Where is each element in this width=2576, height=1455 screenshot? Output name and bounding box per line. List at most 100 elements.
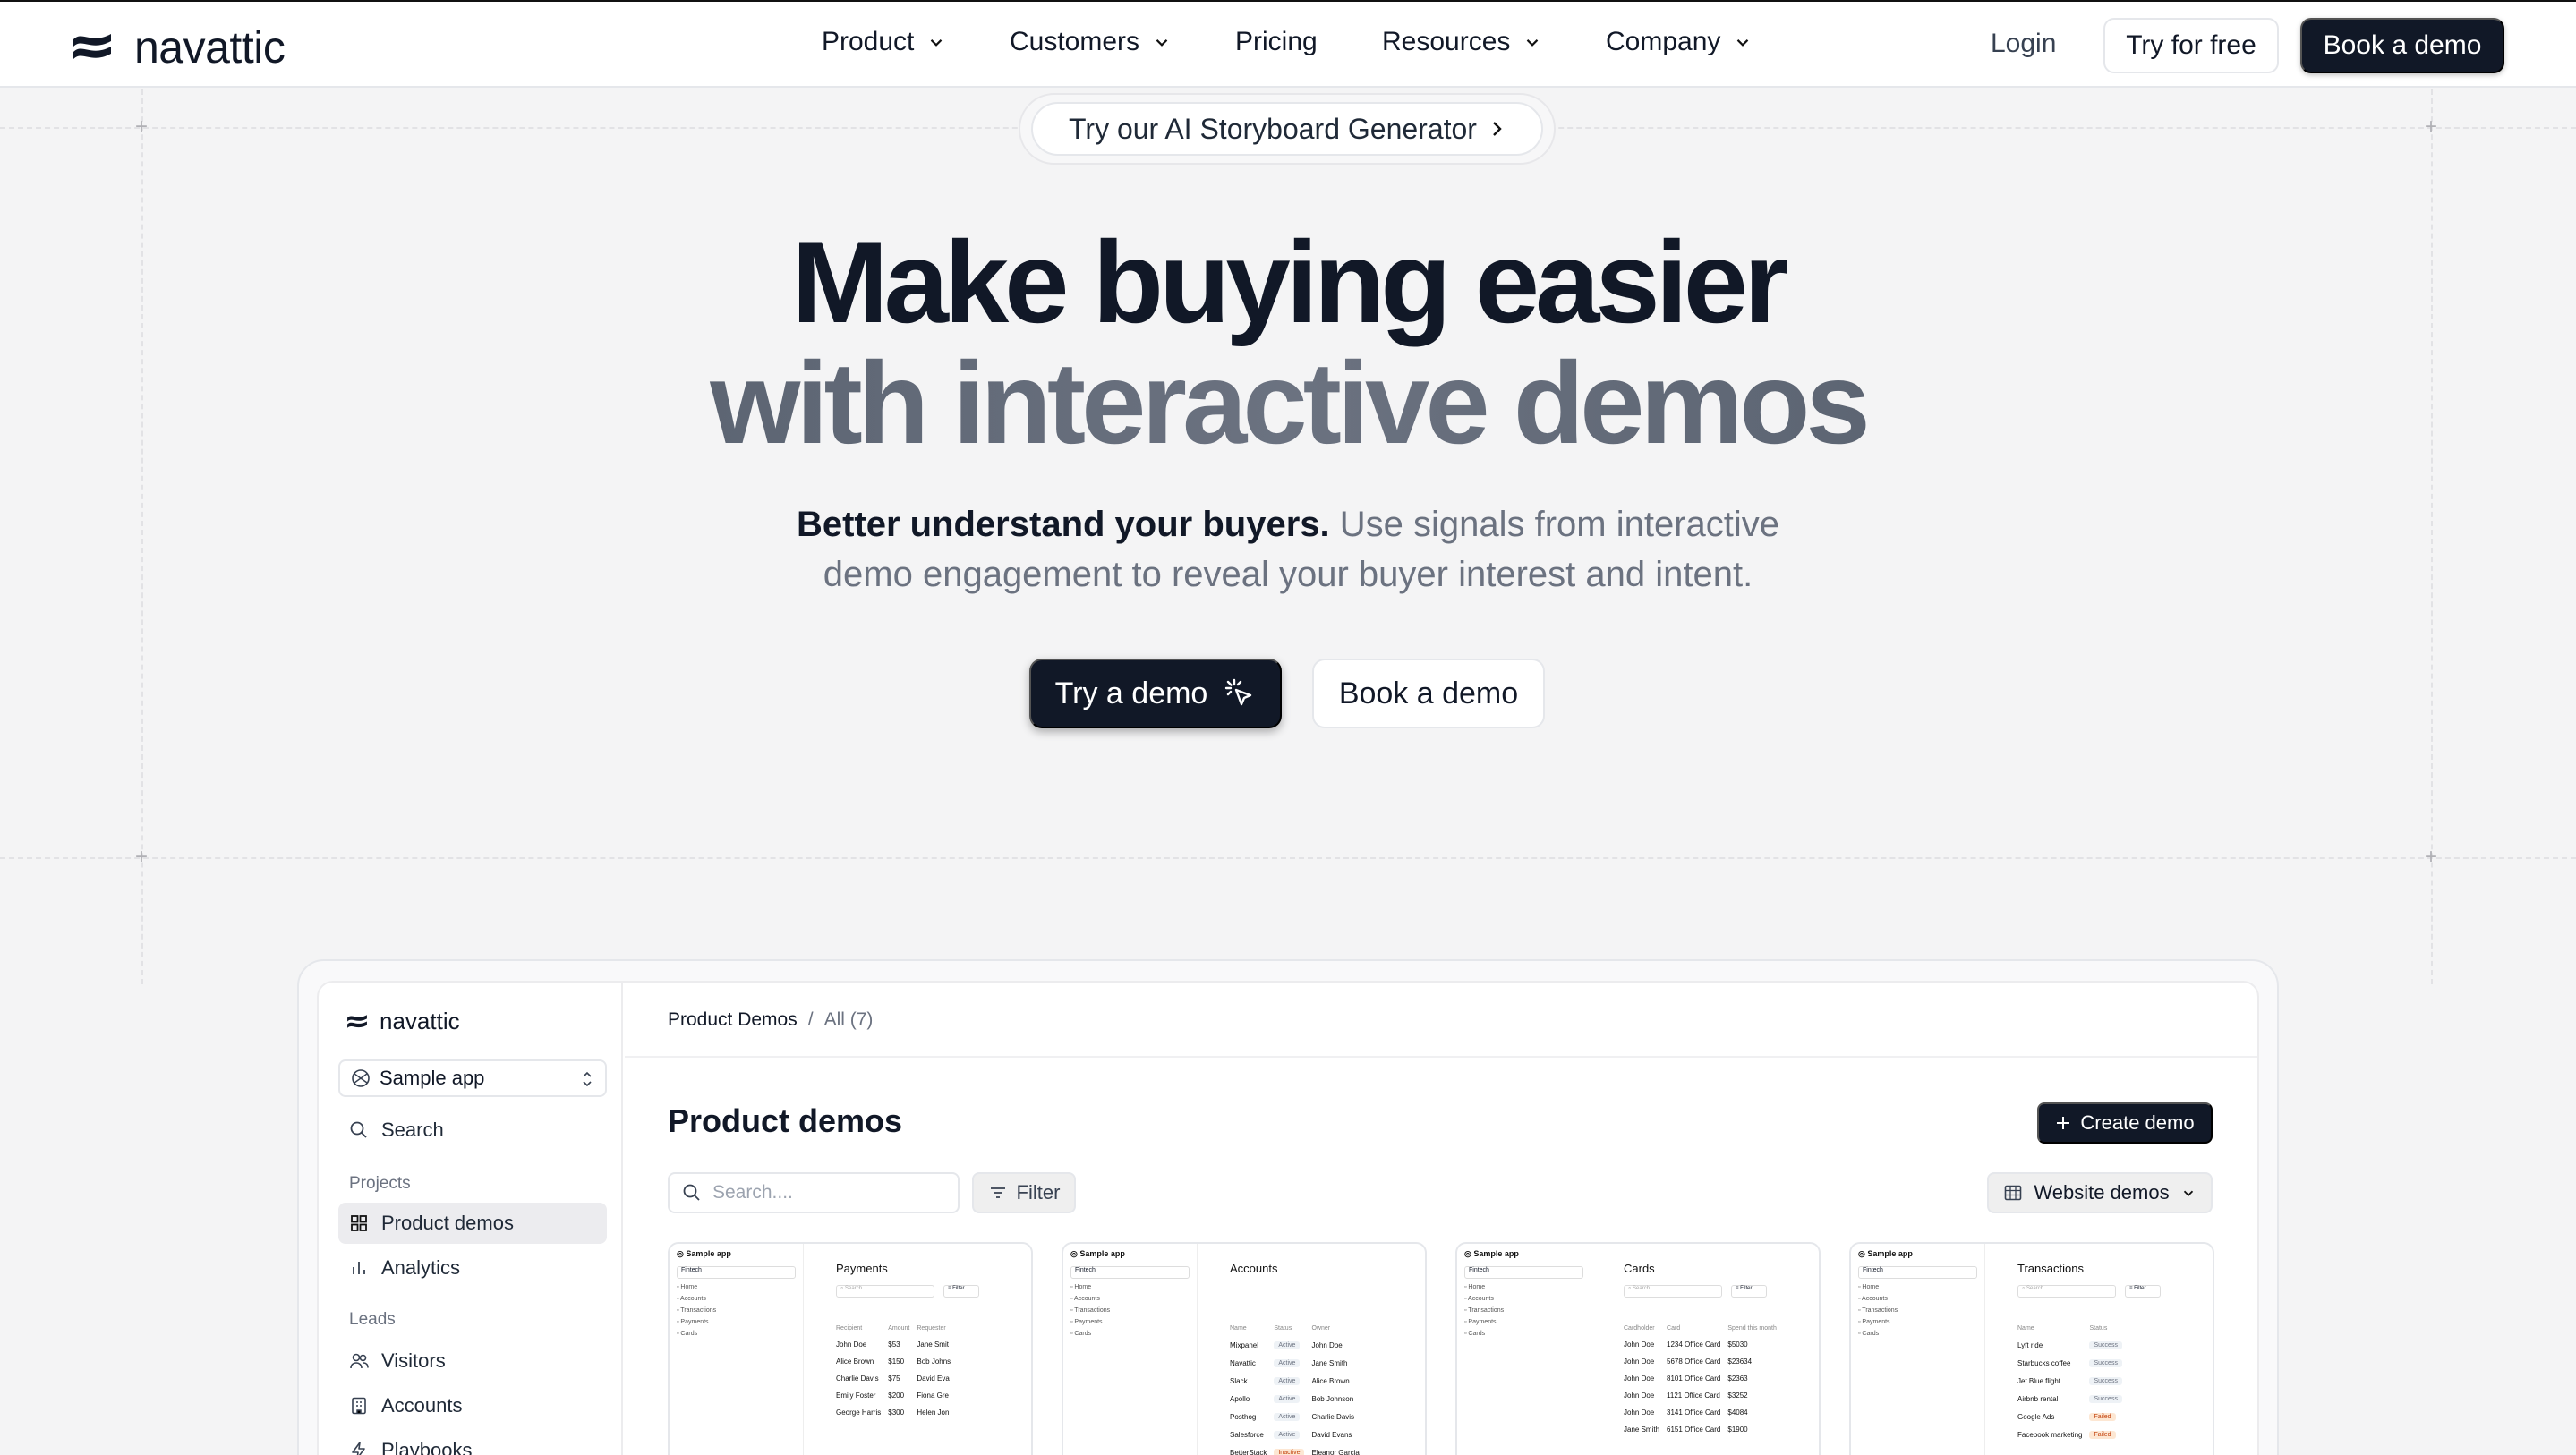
hero-subheadline: Better understand your buyers. Use signa… [0, 499, 2576, 600]
table-cell: Navattic [1230, 1358, 1256, 1367]
table-row: Slack Active Alice Brown [1230, 1372, 1367, 1390]
app-sidebar: navattic Sample app Search Projects Prod… [319, 983, 623, 1455]
demo-card[interactable]: ◎ Sample app Fintech ▫ Home ▫ Accounts ▫ Tra… [1849, 1242, 2214, 1455]
login-link[interactable]: Login [1991, 29, 2056, 59]
table-cell: Jane Smith [1311, 1358, 1348, 1367]
table-header: Owner [1311, 1325, 1331, 1332]
announcement-link[interactable]: Try our AI Storyboard Generator [1031, 102, 1543, 156]
demo-card[interactable]: ◎ Sample app Fintech ▫ Home ▫ Accounts ▫ Tra… [668, 1242, 1033, 1455]
nav-item-company[interactable]: Company [1606, 27, 1753, 57]
filter-label: Filter [1016, 1181, 1061, 1204]
demo-card-nav-item: ▫ Accounts [1070, 1296, 1100, 1302]
table-cell: $4084 [1727, 1408, 1748, 1417]
demo-card-nav-item: ▫ Home [677, 1284, 698, 1290]
breadcrumb-root[interactable]: Product Demos [668, 1009, 798, 1031]
table-cell: Apollo [1230, 1394, 1250, 1403]
demo-card-workspace: Fintech [1070, 1266, 1190, 1279]
table-header: Recipient [836, 1325, 863, 1332]
app-brand-name: navattic [380, 1008, 460, 1034]
nav-item-resources[interactable]: Resources [1382, 27, 1606, 57]
announcement-pill[interactable]: Try our AI Storyboard Generator [1019, 93, 1556, 165]
demo-card-nav-item: ▫ Transactions [677, 1307, 717, 1314]
table-header: Amount [888, 1325, 910, 1332]
globe-icon [352, 1069, 370, 1087]
book-demo-hero-button[interactable]: Book a demo [1312, 659, 1545, 728]
demo-search-input[interactable]: Search.... [668, 1172, 960, 1213]
table-cell: George Harris [836, 1408, 882, 1417]
sidebar-item-analytics[interactable]: Analytics [338, 1247, 607, 1289]
table-row: Alice Brown $150 Bob Johns [836, 1353, 958, 1370]
nav-item-product[interactable]: Product [822, 27, 1010, 57]
status-badge: Active [1274, 1377, 1301, 1385]
nav-item-customers[interactable]: Customers [1010, 27, 1235, 57]
table-header: Cardholder [1624, 1325, 1655, 1332]
sidebar-item-product-demos[interactable]: Product demos [338, 1203, 607, 1244]
workspace-select[interactable]: Sample app [338, 1059, 607, 1097]
sidebar-item-visitors[interactable]: Visitors [338, 1340, 607, 1382]
click-sparkle-icon [1225, 678, 1252, 706]
demo-card-nav-item: ▫ Accounts [677, 1296, 706, 1302]
table-cell: Fiona Gre [917, 1391, 949, 1400]
sidebar-item-playbooks[interactable]: Playbooks [338, 1430, 607, 1455]
view-select-label: Website demos [2034, 1181, 2170, 1204]
table-icon [2005, 1185, 2022, 1201]
table-cell: Emily Foster [836, 1391, 876, 1400]
bar-chart-icon [353, 1262, 365, 1274]
table-row: Facebook marketing Failed [2017, 1425, 2129, 1443]
try-free-button[interactable]: Try for free [2103, 18, 2279, 73]
table-row: John Doe 3141 Office Card $4084 [1624, 1404, 1784, 1421]
status-badge: Active [1274, 1395, 1301, 1403]
view-select[interactable]: Website demos [1987, 1172, 2213, 1213]
sidebar-item-search[interactable]: Search [338, 1110, 607, 1151]
demo-card[interactable]: ◎ Sample app Fintech ▫ Home ▫ Accounts ▫ Tra… [1062, 1242, 1427, 1455]
sidebar-section-projects: Projects [349, 1174, 411, 1193]
demo-card-nav-item: ▫ Transactions [1464, 1307, 1505, 1314]
demo-card[interactable]: ◎ Sample app Fintech ▫ Home ▫ Accounts ▫ Tra… [1455, 1242, 1821, 1455]
app-main: Product Demos / All (7) Product demos Cr… [625, 983, 2257, 1455]
plus-marker-icon: + [2425, 115, 2438, 139]
table-row: George Harris $300 Helen Jon [836, 1404, 958, 1421]
demo-card-nav-item: ▫ Payments [1070, 1319, 1103, 1325]
nav-item-label: Resources [1382, 27, 1511, 56]
table-row: Google Ads Failed [2017, 1408, 2129, 1425]
subheadline-bold: Better understand your buyers. [796, 505, 1330, 544]
table-cell: Airbnb rental [2017, 1394, 2059, 1403]
nav-item-pricing[interactable]: Pricing [1235, 27, 1382, 57]
table-cell: Active [1274, 1425, 1311, 1443]
sidebar-item-label: Search [381, 1119, 444, 1141]
grid-line [0, 857, 2576, 859]
table-cell: $200 [888, 1391, 905, 1400]
table-cell: Active [1274, 1390, 1311, 1408]
table-cell: John Doe [1624, 1340, 1655, 1349]
table-cell: Alice Brown [1311, 1376, 1350, 1385]
demo-card-workspace: Fintech [1464, 1266, 1583, 1279]
filter-button[interactable]: Filter [972, 1172, 1076, 1213]
create-demo-button[interactable]: Create demo [2037, 1102, 2213, 1144]
table-row: Charlie Davis $75 David Eva [836, 1370, 958, 1387]
table-cell: Jet Blue flight [2017, 1376, 2061, 1385]
table-cell: Bob Johns [917, 1357, 951, 1366]
search-placeholder: Search.... [712, 1182, 793, 1203]
table-cell: Jane Smith [1624, 1425, 1660, 1434]
sidebar-item-accounts[interactable]: Accounts [338, 1385, 607, 1426]
status-badge: Inactive [1274, 1449, 1305, 1455]
table-cell: Charlie Davis [836, 1374, 879, 1383]
table-cell: Facebook marketing [2017, 1430, 2083, 1439]
demo-card-nav-item: ▫ Transactions [1858, 1307, 1898, 1314]
table-cell: Success [2089, 1336, 2128, 1354]
table-cell: Bob Johnson [1311, 1394, 1354, 1403]
book-demo-nav-button[interactable]: Book a demo [2300, 18, 2504, 73]
table-cell: Success [2089, 1372, 2128, 1390]
demo-card-nav-item: ▫ Payments [1464, 1319, 1497, 1325]
brand-logo[interactable]: navattic [70, 21, 286, 73]
table-row: Jet Blue flight Success [2017, 1372, 2129, 1390]
table-cell: $53 [888, 1340, 900, 1349]
table-cell: Lyft ride [2017, 1340, 2043, 1349]
try-demo-button[interactable]: Try a demo [1029, 659, 1282, 728]
table-cell: 5678 Office Card [1667, 1357, 1721, 1366]
table-cell: $150 [888, 1357, 905, 1366]
table-cell: $5030 [1727, 1340, 1748, 1349]
table-cell: Alice Brown [836, 1357, 874, 1366]
table-cell: 1121 Office Card [1667, 1391, 1720, 1400]
navattic-logo-icon [73, 34, 111, 59]
